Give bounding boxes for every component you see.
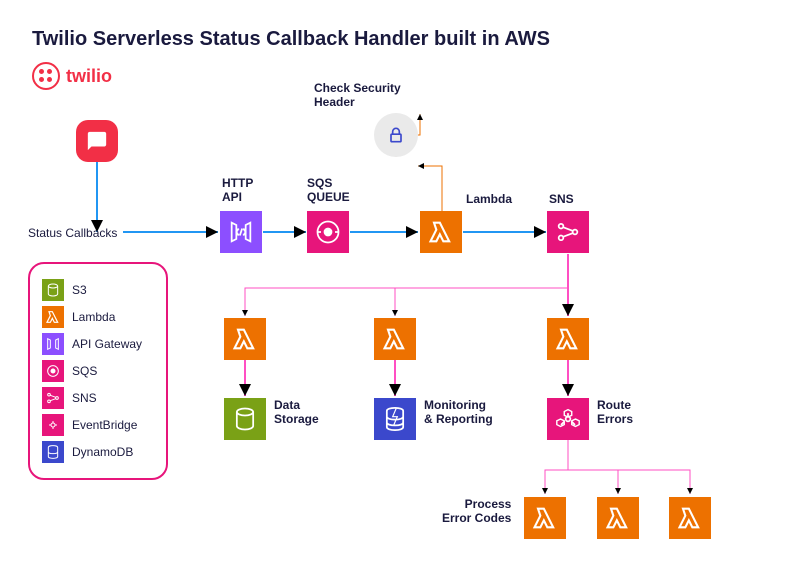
legend-api-gateway-label: API Gateway [72,337,142,351]
data-storage-label: Data Storage [274,398,319,427]
twilio-brand-text: twilio [66,66,112,87]
dynamodb-icon [42,441,64,463]
check-security-label: Check Security Header [314,81,401,110]
legend-eventbridge: EventBridge [42,414,154,436]
lambda-storage-node [224,318,266,360]
legend-s3-label: S3 [72,283,87,297]
lock-icon [374,113,418,157]
legend-sqs: SQS [42,360,154,382]
lambda-monitoring-node [374,318,416,360]
sqs-icon [42,360,64,382]
sqs-queue-label: SQS QUEUE [307,176,350,205]
lambda-main-label: Lambda [466,192,512,206]
s3-icon [42,279,64,301]
dynamodb-node [374,398,416,440]
legend-dynamodb-label: DynamoDB [72,445,133,459]
eventbridge-node [547,398,589,440]
legend-sns-label: SNS [72,391,97,405]
sns-icon [42,387,64,409]
page-title: Twilio Serverless Status Callback Handle… [32,28,550,51]
lambda-main-node [420,211,462,253]
http-api-label: HTTP API [222,176,253,205]
chat-icon [76,120,118,162]
legend-api-gateway: API Gateway [42,333,154,355]
lambda-error-2-node [597,497,639,539]
api-gateway-icon [42,333,64,355]
s3-node [224,398,266,440]
legend-panel: S3 Lambda API Gateway SQS SNS EventBridg… [28,262,168,480]
legend-s3: S3 [42,279,154,301]
sns-node [547,211,589,253]
legend-lambda: Lambda [42,306,154,328]
process-error-codes-label: Process Error Codes [442,497,511,526]
twilio-logo: twilio [32,62,112,90]
lambda-errors-node [547,318,589,360]
api-gateway-node [220,211,262,253]
status-callbacks-label: Status Callbacks [28,226,117,240]
legend-sqs-label: SQS [72,364,97,378]
lambda-icon [42,306,64,328]
legend-dynamodb: DynamoDB [42,441,154,463]
route-errors-label: Route Errors [597,398,633,427]
legend-sns: SNS [42,387,154,409]
lambda-error-1-node [524,497,566,539]
lambda-error-3-node [669,497,711,539]
eventbridge-icon [42,414,64,436]
sns-label: SNS [549,192,574,206]
twilio-dots-icon [32,62,60,90]
legend-lambda-label: Lambda [72,310,115,324]
monitoring-label: Monitoring & Reporting [424,398,493,427]
legend-eventbridge-label: EventBridge [72,418,137,432]
sqs-node [307,211,349,253]
